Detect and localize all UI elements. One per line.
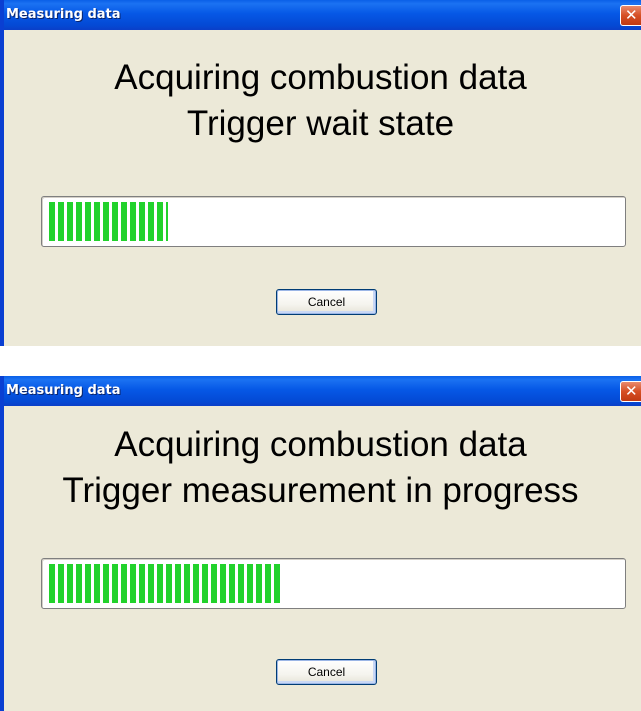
close-button[interactable]: ✕: [620, 381, 641, 402]
measuring-dialog-trigger-measurement: Measuring data ✕ Acquiring combustion da…: [0, 376, 641, 711]
cancel-button[interactable]: Cancel: [276, 659, 377, 685]
status-message-line1: Acquiring combustion data: [114, 58, 527, 97]
titlebar[interactable]: Measuring data ✕: [4, 0, 641, 30]
status-message-line2: Trigger wait state: [186, 104, 455, 143]
measuring-dialog-trigger-wait: Measuring data ✕ Acquiring combustion da…: [0, 0, 641, 346]
close-icon: ✕: [625, 6, 638, 24]
status-message-line2: Trigger measurement in progress: [62, 471, 579, 510]
progress-fill: [49, 202, 168, 241]
titlebar[interactable]: Measuring data ✕: [4, 376, 641, 406]
window-title: Measuring data: [6, 7, 121, 22]
progress-fill: [49, 564, 282, 603]
window-title: Measuring data: [6, 383, 121, 398]
progress-bar: [41, 558, 626, 609]
close-button[interactable]: ✕: [620, 5, 641, 26]
close-icon: ✕: [625, 382, 638, 400]
progress-bar: [41, 196, 626, 247]
cancel-button[interactable]: Cancel: [276, 289, 377, 315]
status-message-line1: Acquiring combustion data: [114, 425, 527, 464]
